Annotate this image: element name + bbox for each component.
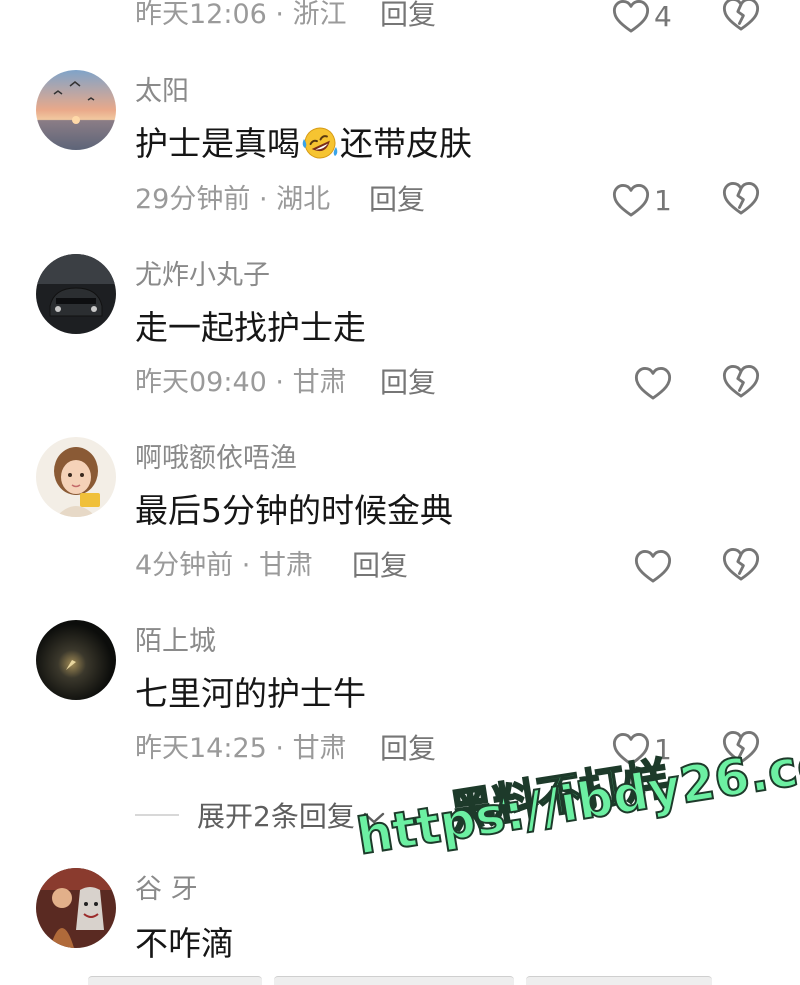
avatar[interactable] (36, 437, 116, 517)
comment-time: 昨天14:25 (135, 733, 267, 764)
reply-button[interactable]: 回复 (352, 550, 408, 582)
heart-outline-icon (612, 0, 650, 34)
avatar[interactable] (36, 254, 116, 334)
comment-location: 浙江 (292, 0, 347, 30)
dislike-button[interactable] (722, 546, 760, 586)
heart-outline-icon (634, 548, 672, 584)
like-button[interactable]: 1 (612, 180, 672, 220)
expand-replies: 展开2条回复 (135, 795, 385, 835)
comment-meta: 昨天12:06 · 浙江 (135, 0, 347, 31)
broken-heart-icon (722, 363, 760, 399)
comment-location: 甘肃 (292, 733, 347, 764)
username[interactable]: 太阳 (135, 76, 189, 108)
like-button[interactable] (634, 363, 676, 403)
avatar[interactable] (36, 868, 116, 948)
dislike-button[interactable] (722, 180, 760, 220)
like-count: 4 (654, 0, 672, 33)
reply-button[interactable]: 回复 (380, 733, 436, 765)
comment-location: 甘肃 (258, 550, 313, 581)
comment-time: 昨天09:40 (135, 367, 267, 398)
comment-location: 甘肃 (292, 367, 347, 398)
meta-separator: · (266, 733, 293, 764)
broken-heart-icon (722, 0, 760, 32)
meta-separator: · (266, 367, 293, 398)
like-count: 1 (654, 183, 672, 217)
broken-heart-icon (722, 546, 760, 582)
like-button[interactable]: 4 (612, 0, 672, 36)
meta-separator: · (266, 0, 293, 30)
username[interactable]: 尤炸小丸子 (135, 260, 270, 292)
comment-meta: 4分钟前 · 甘肃 (135, 550, 313, 582)
divider-line (135, 814, 179, 816)
comment-text: 走一起找护士走 (135, 308, 366, 347)
expand-replies-label: 展开2条回复 (197, 800, 355, 833)
heart-outline-icon (634, 365, 672, 401)
username[interactable]: 谷 牙 (135, 874, 198, 906)
comment-time: 4分钟前 (135, 550, 234, 581)
dislike-button[interactable] (722, 363, 760, 403)
rolling-on-floor-laughing-emoji-icon (300, 125, 340, 161)
comment-text-part: 还带皮肤 (340, 124, 472, 163)
comment-time: 昨天12:06 (135, 0, 267, 30)
username[interactable]: 陌上城 (135, 626, 216, 658)
reply-button[interactable]: 回复 (380, 0, 436, 31)
reply-button[interactable]: 回复 (380, 367, 436, 399)
avatar[interactable] (36, 620, 116, 700)
reply-button[interactable]: 回复 (369, 184, 425, 216)
username[interactable]: 啊哦额依唔渔 (135, 443, 297, 475)
heart-outline-icon (612, 182, 650, 218)
comment-text: 不咋滴 (135, 924, 234, 963)
comment-text: 七里河的护士牛 (135, 674, 366, 713)
comment-text-part: 护士是真喝 (135, 124, 300, 163)
meta-separator: · (250, 184, 277, 215)
dislike-button[interactable] (722, 0, 760, 36)
like-button[interactable] (634, 546, 676, 586)
comment-time: 29分钟前 (135, 184, 251, 215)
comment-text: 最后5分钟的时候金典 (135, 491, 453, 530)
comment-meta: 昨天09:40 · 甘肃 (135, 367, 347, 399)
comment-location: 湖北 (276, 184, 331, 215)
comment-meta: 29分钟前 · 湖北 (135, 184, 330, 216)
comment-meta: 昨天14:25 · 甘肃 (135, 733, 347, 765)
comment-text: 护士是真喝 还带皮肤 (135, 124, 472, 164)
meta-separator: · (233, 550, 259, 581)
broken-heart-icon (722, 180, 760, 216)
avatar[interactable] (36, 70, 116, 150)
